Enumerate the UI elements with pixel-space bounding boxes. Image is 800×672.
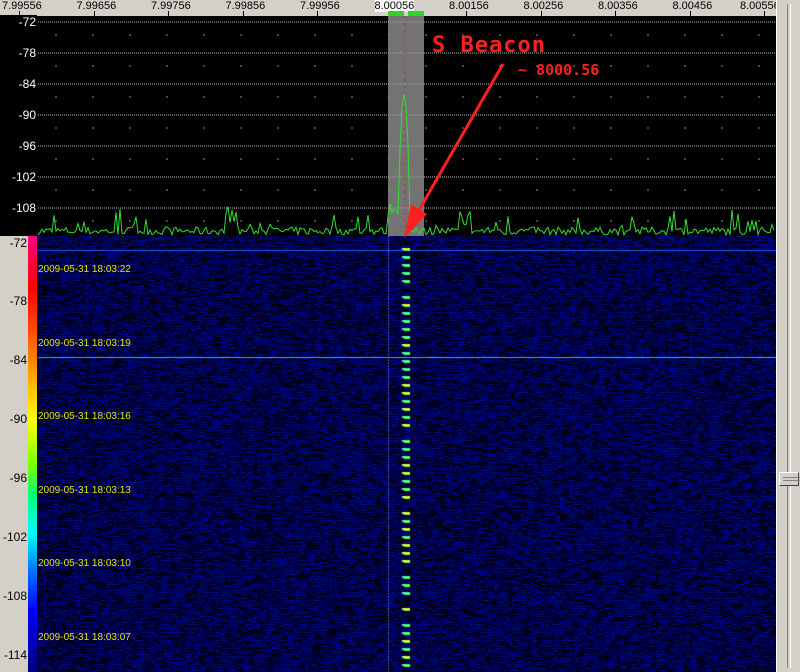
- spectrum-db-label-3: -90: [0, 108, 37, 122]
- color-scale-bar: [28, 236, 37, 672]
- passband-highlight[interactable]: [388, 16, 424, 236]
- spectrum-db-label-1: -78: [0, 46, 37, 60]
- freq-label-8: 8.00356: [598, 0, 638, 12]
- waterfall-display[interactable]: -72 -78 -84 -90 -96 -102 -108 -114 2009-05-31 1…: [0, 236, 776, 672]
- vertical-slider[interactable]: [776, 0, 800, 672]
- waterfall-timestamp-1: 2009-05-31 18:03:19: [38, 337, 131, 349]
- waterfall-timestamp-4: 2009-05-31 18:03:10: [38, 558, 131, 569]
- waterfall-timestamp-5: 2009-05-31 18:03:07: [38, 631, 131, 643]
- waterfall-image[interactable]: [0, 236, 776, 672]
- slider-track[interactable]: [787, 4, 791, 668]
- freq-label-9: 8.00456: [672, 0, 713, 12]
- freq-label-1: 7.99656: [76, 0, 117, 12]
- frequency-scale[interactable]: 7.99556 7.99656 7.99756 7.99856 7.99956 8.000…: [0, 0, 780, 16]
- waterfall-db-label-0: -72: [0, 236, 28, 250]
- freq-label-4: 7.99956: [300, 0, 340, 12]
- beacon-title: S Beacon: [432, 33, 546, 58]
- spectrum-db-label-6: -108: [0, 201, 37, 215]
- waterfall-db-label-6: -108: [0, 589, 28, 603]
- spectrum-db-label-5: -102: [0, 170, 37, 184]
- waterfall-timestamp-0: 2009-05-31 18:03:22: [38, 264, 131, 275]
- waterfall-timestamp-2: 2009-05-31 18:03:16: [38, 411, 131, 422]
- waterfall-db-label-4: -96: [0, 471, 28, 485]
- waterfall-db-axis: -72 -78 -84 -90 -96 -102 -108 -114: [0, 236, 28, 672]
- spectrum-db-label-0: -72: [0, 15, 37, 29]
- freq-label-0: 7.99556: [2, 0, 42, 12]
- freq-label-3: 7.99856: [225, 0, 266, 12]
- beacon-frequency: ~ 8000.56: [518, 61, 600, 79]
- spectrum-db-label-4: -96: [0, 139, 37, 153]
- waterfall-db-label-5: -102: [0, 530, 28, 544]
- spectrum-display[interactable]: -72 -78 -84 -90 -96 -102 -108: [0, 15, 776, 236]
- waterfall-db-label-2: -84: [0, 353, 28, 367]
- freq-label-10: 8.00556: [740, 0, 780, 12]
- freq-label-7: 8.00256: [523, 0, 564, 12]
- spectrum-db-label-2: -84: [0, 77, 37, 91]
- freq-label-2: 7.99756: [151, 0, 191, 12]
- freq-label-6: 8.00156: [449, 0, 489, 12]
- slider-thumb[interactable]: [779, 472, 800, 486]
- waterfall-timestamp-3: 2009-05-31 18:03:13: [38, 484, 131, 496]
- spectrum-plot[interactable]: [0, 16, 776, 236]
- sdr-waterfall-window: 7.99556 7.99656 7.99756 7.99856 7.99956 8.000…: [0, 0, 800, 672]
- waterfall-db-label-3: -90: [0, 412, 28, 426]
- waterfall-db-label-1: -78: [0, 294, 28, 308]
- waterfall-db-label-7: -114: [0, 648, 28, 662]
